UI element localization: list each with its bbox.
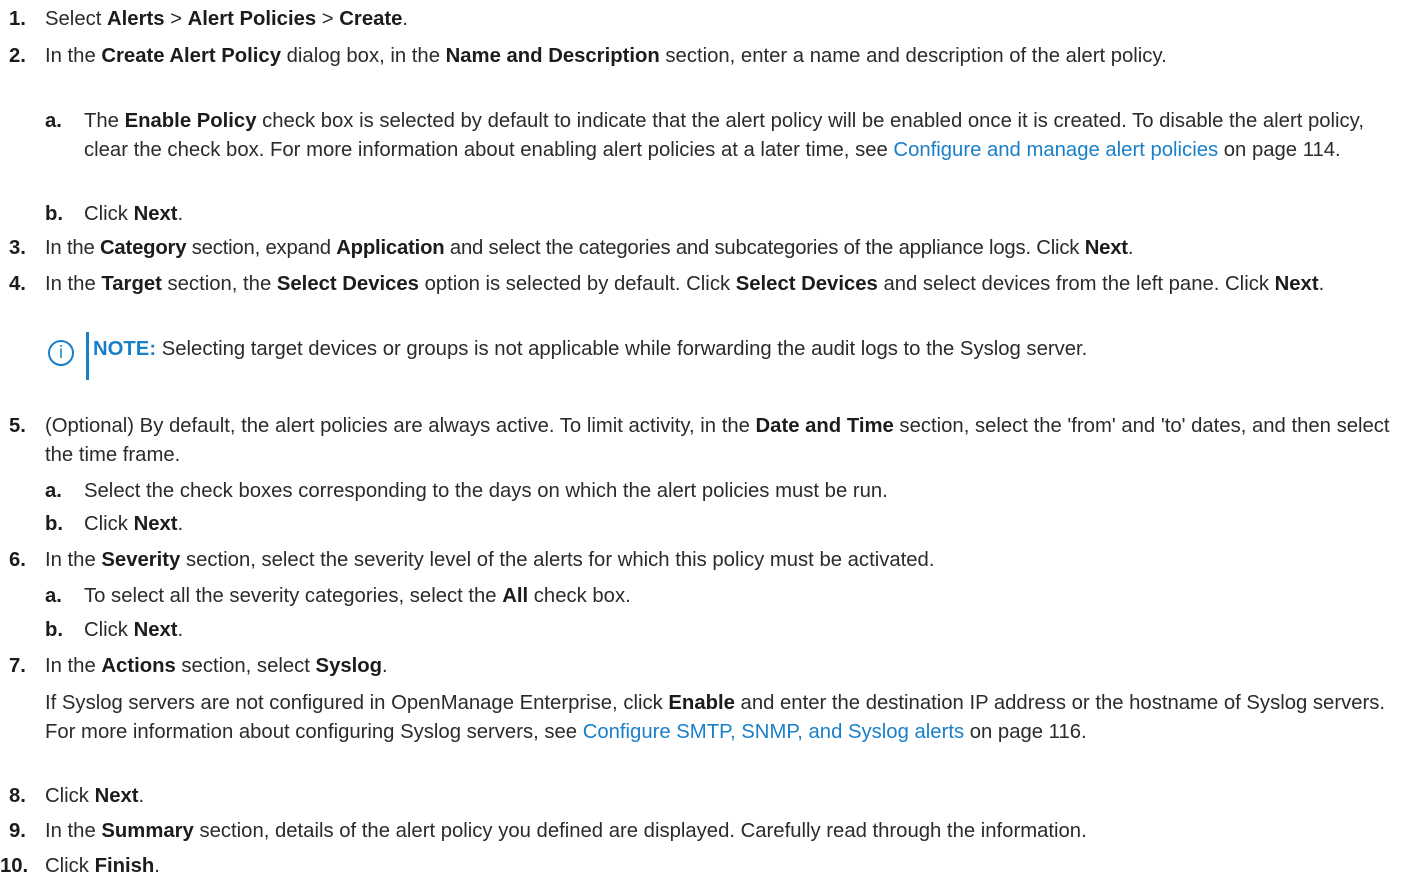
step-text: (Optional) By default, the alert policie… [45,415,1390,466]
step-number: 6. [9,549,26,571]
substep-text: To select all the severity categories, s… [84,585,631,607]
step-10: 10. Click Finish. [0,852,1405,881]
step-text: In the Severity section, select the seve… [45,549,935,571]
step-number: 1. [9,8,26,30]
step-2: 2. In the Create Alert Policy dialog box… [0,42,1405,71]
step-number: 5. [9,415,26,437]
note-text: NOTE: Selecting target devices or groups… [93,338,1088,360]
step-text: In the Category section, expand Applicat… [45,237,1134,259]
step-7-detail: If Syslog servers are not configured in … [45,692,1386,743]
step-text: In the Summary section, details of the a… [45,820,1087,842]
substep-text: Click Next. [84,203,184,225]
step-1: 1. Select Alerts > Alert Policies > Crea… [0,5,1405,34]
substep-letter: a. [45,110,62,132]
substep-2b: b. Click Next. [0,200,1405,229]
substep-2a: a. The Enable Policy check box is select… [0,107,1405,165]
substep-letter: a. [45,585,62,607]
step-number: 9. [9,820,26,842]
step-number: 10. [0,855,29,877]
step-number: 3. [9,237,26,259]
configure-alert-policies-link[interactable]: Configure and manage alert policies [893,139,1218,161]
step-text: In the Target section, the Select Device… [45,273,1325,295]
substep-5a: a. Select the check boxes corresponding … [0,477,1405,506]
step-8: 8. Click Next. [0,782,1405,811]
substep-text: Click Next. [84,619,184,641]
note-label: NOTE: [93,338,157,360]
substep-5b: b. Click Next. [0,510,1405,539]
step-number: 7. [9,655,26,677]
substep-text: Click Next. [84,513,184,535]
step-5: 5. (Optional) By default, the alert poli… [0,412,1405,470]
substep-letter: b. [45,513,64,535]
substep-6a: a. To select all the severity categories… [0,582,1405,611]
info-icon: i [48,340,74,366]
step-number: 4. [9,273,26,295]
substep-letter: b. [45,203,64,225]
step-text: Click Next. [45,785,145,807]
step-9: 9. In the Summary section, details of th… [0,817,1405,846]
note-divider [86,332,89,380]
procedure-document: 1. Select Alerts > Alert Policies > Crea… [0,0,1411,886]
step-text: In the Create Alert Policy dialog box, i… [45,45,1167,67]
substep-letter: b. [45,619,64,641]
note-callout: i NOTE: Selecting target devices or grou… [45,332,1405,380]
configure-smtp-snmp-syslog-link[interactable]: Configure SMTP, SNMP, and Syslog alerts [583,721,964,743]
step-text: Click Finish. [45,855,160,877]
step-4: 4. In the Target section, the Select Dev… [0,270,1405,299]
step-number: 2. [9,45,26,67]
step-7: 7. In the Actions section, select Syslog… [0,652,1405,681]
substep-letter: a. [45,480,62,502]
step-3: 3. In the Category section, expand Appli… [0,234,1405,263]
substep-text: The Enable Policy check box is selected … [84,110,1364,161]
step-text: In the Actions section, select Syslog. [45,655,388,677]
step-text: Select Alerts > Alert Policies > Create. [45,8,409,30]
substep-text: Select the check boxes corresponding to … [84,480,888,502]
step-6: 6. In the Severity section, select the s… [0,546,1405,575]
substep-6b: b. Click Next. [0,616,1405,645]
step-number: 8. [9,785,26,807]
